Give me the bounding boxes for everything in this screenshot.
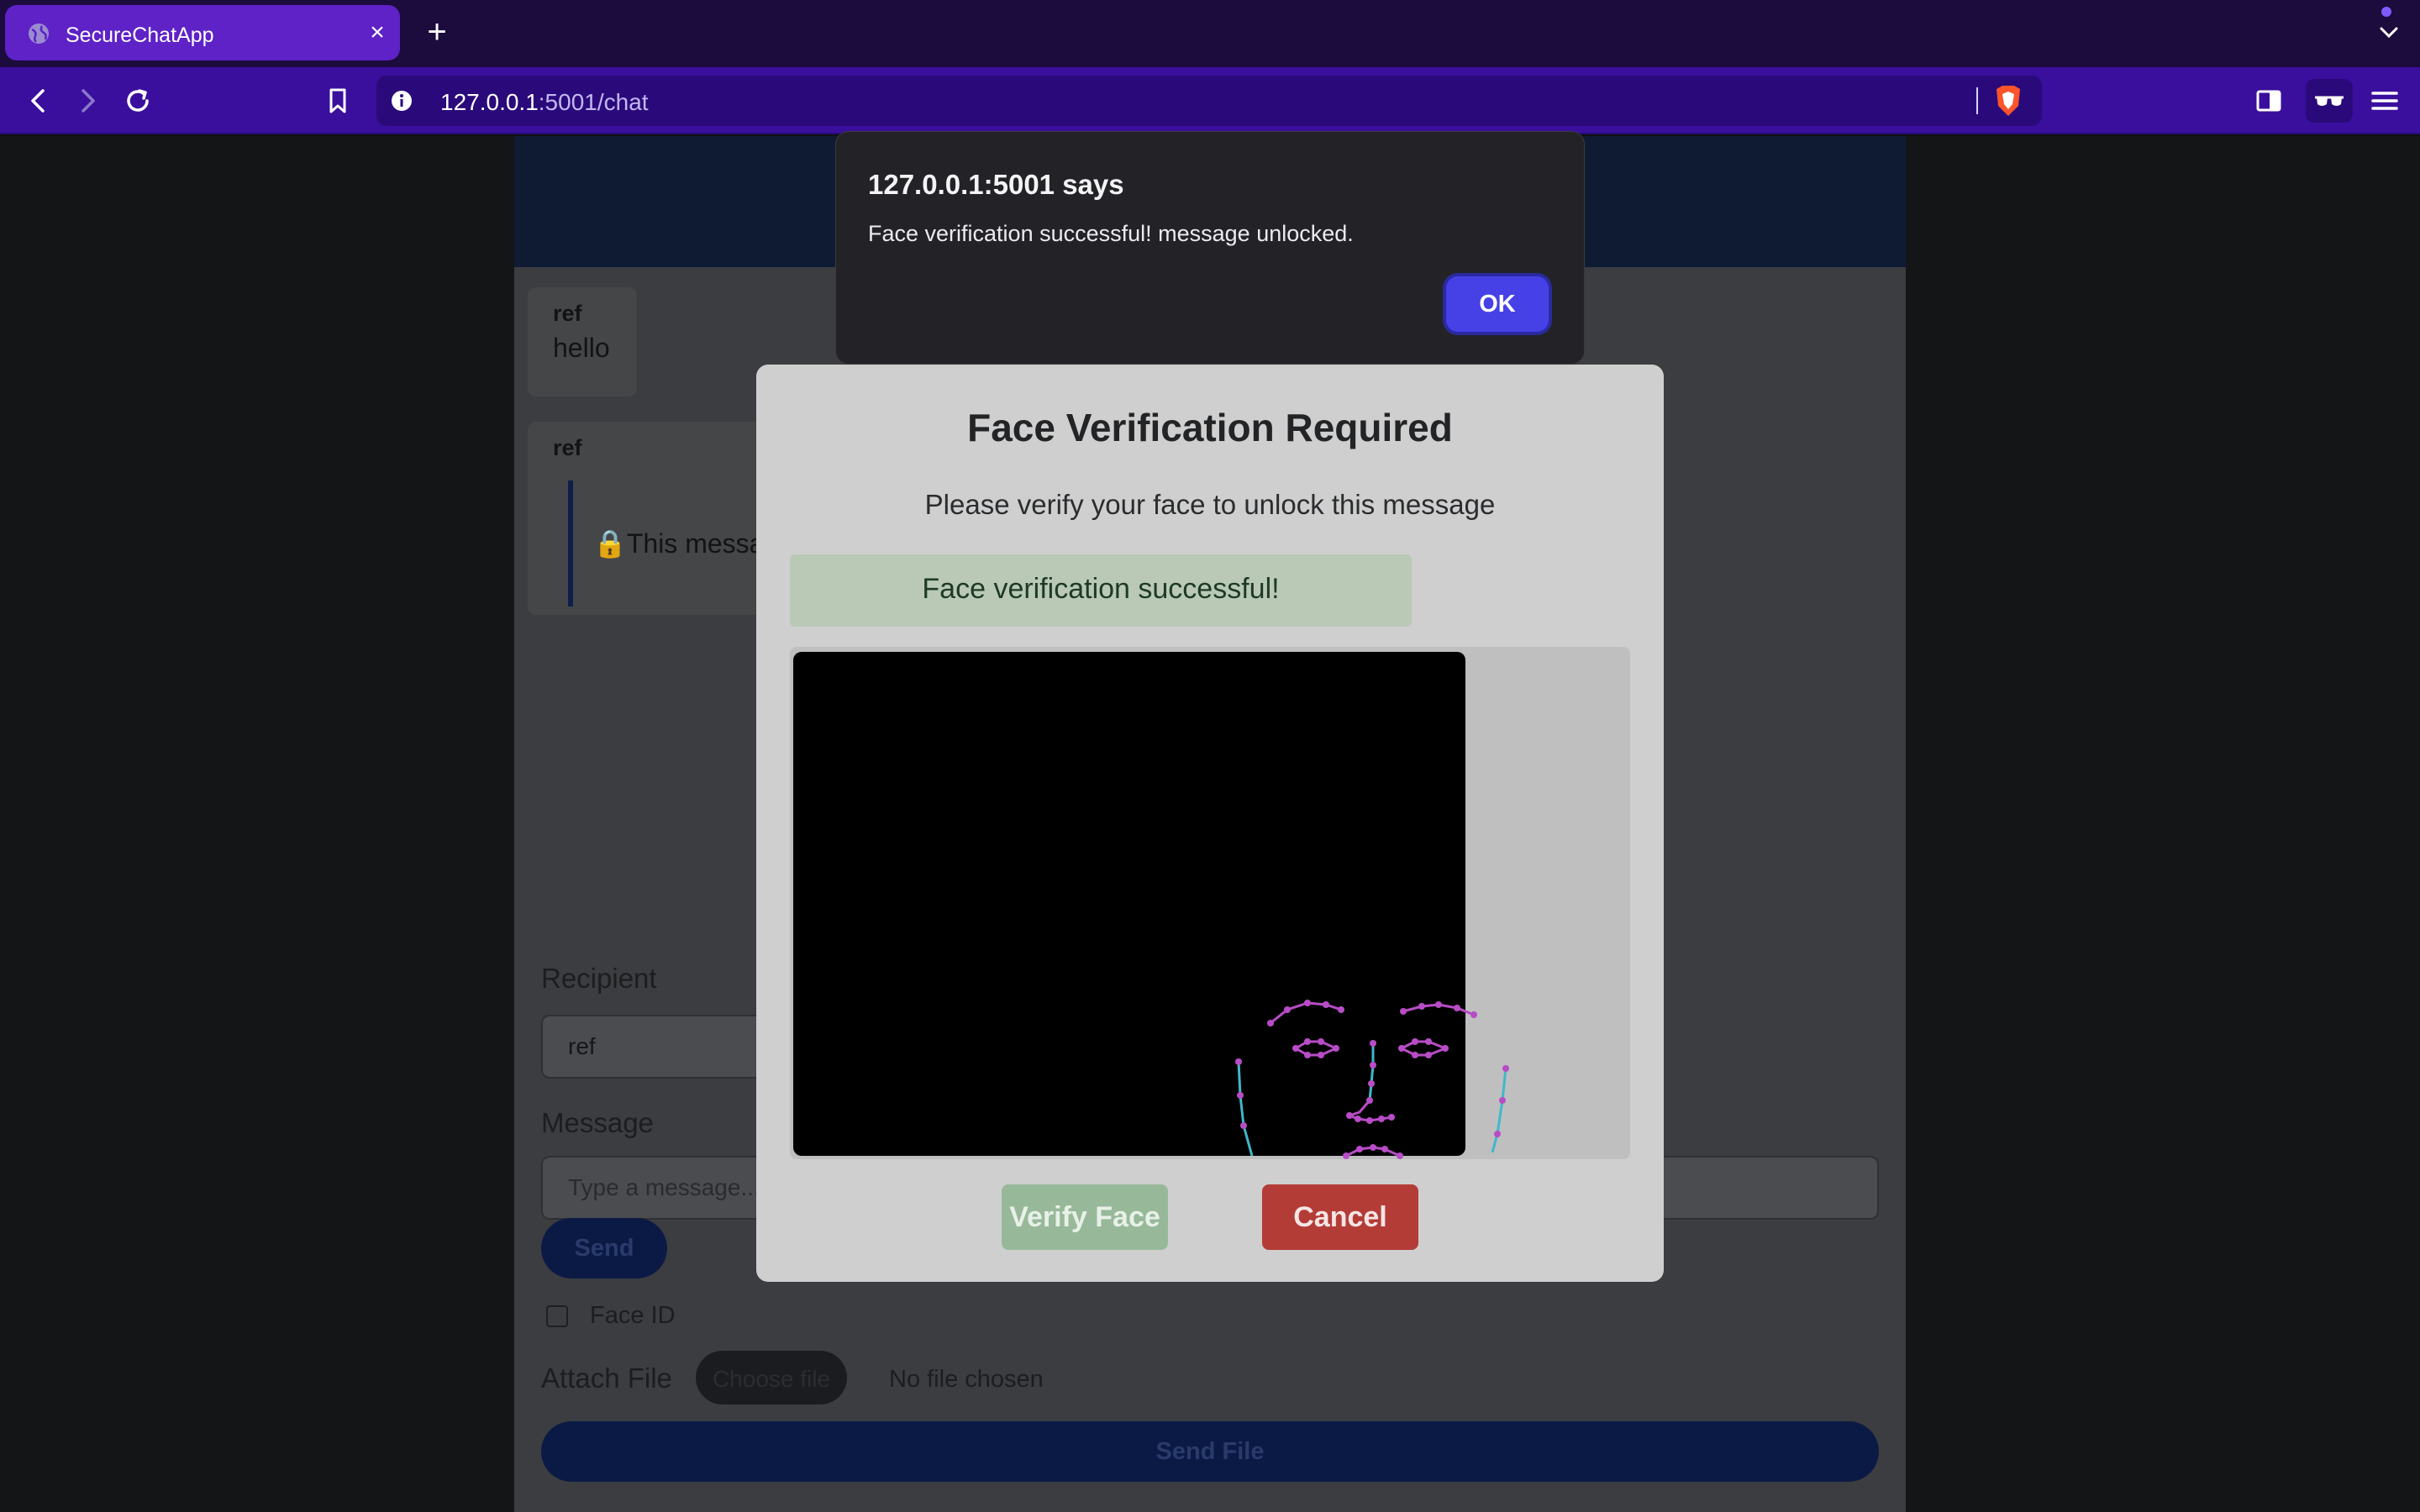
verification-status-text: Face verification successful! (922, 573, 1280, 605)
message-text: hello (553, 333, 610, 363)
modal-subtitle: Please verify your face to unlock this m… (924, 489, 1496, 520)
globe-icon (29, 24, 49, 44)
brave-shields-icon[interactable] (1993, 84, 2023, 118)
choose-file-label: Choose file (712, 1366, 831, 1392)
locked-message-text: 🔒This messa (593, 528, 765, 559)
reader-mode-button[interactable] (2306, 79, 2353, 123)
ok-button-label: OK (1479, 291, 1516, 318)
new-tab-icon[interactable]: + (422, 15, 452, 49)
browser-tab[interactable]: SecureChatApp × (5, 5, 400, 60)
message-bubble: ref hello (528, 287, 637, 396)
tab-title: SecureChatApp (66, 24, 214, 47)
send-button-label: Send (574, 1235, 634, 1262)
notification-dot (2381, 7, 2391, 17)
send-button[interactable]: Send (541, 1218, 667, 1278)
chevron-down-icon[interactable] (2375, 18, 2403, 47)
bookmark-icon[interactable] (321, 84, 355, 118)
message-placeholder: Type a message... (568, 1174, 760, 1200)
glasses-icon (2315, 96, 2344, 106)
choose-file-button[interactable]: Choose file (696, 1351, 847, 1404)
cancel-button[interactable]: Cancel (1262, 1184, 1418, 1250)
face-id-label: Face ID (590, 1302, 676, 1329)
browser-tab-bar: SecureChatApp × + (0, 0, 2420, 67)
no-file-label: No file chosen (889, 1366, 1044, 1393)
recipient-label: Recipient (541, 963, 657, 994)
address-bar[interactable]: 127.0.0.1:5001/chat (376, 76, 2042, 126)
verify-face-label: Verify Face (1009, 1201, 1160, 1233)
webcam-video (793, 652, 1465, 1156)
verify-face-button[interactable]: Verify Face (1002, 1184, 1168, 1250)
close-tab-icon[interactable]: × (365, 20, 390, 45)
face-id-checkbox[interactable] (546, 1305, 568, 1327)
forward-icon[interactable] (71, 84, 104, 118)
recipient-value: ref (568, 1033, 596, 1059)
reload-icon[interactable] (121, 84, 155, 118)
message-label: Message (541, 1107, 654, 1138)
locked-message-bar (568, 480, 573, 606)
url-separator (1976, 87, 1978, 114)
attach-file-label: Attach File (541, 1362, 672, 1394)
back-icon[interactable] (22, 84, 55, 118)
url-text: 127.0.0.1:5001/chat (440, 89, 649, 116)
send-file-button[interactable]: Send File (541, 1421, 1879, 1482)
message-sender: ref (553, 435, 582, 460)
modal-title: Face Verification Required (967, 406, 1453, 449)
alert-dialog: 127.0.0.1:5001 says Face verification su… (835, 131, 1585, 365)
send-file-label: Send File (1155, 1438, 1265, 1465)
face-verification-modal: Face Verification Required Please verify… (756, 365, 1664, 1282)
menu-icon[interactable] (2368, 84, 2402, 118)
url-host: 127.0.0.1 (440, 89, 539, 115)
url-path: :5001/chat (538, 89, 649, 115)
alert-title: 127.0.0.1:5001 says (868, 169, 1124, 200)
cancel-label: Cancel (1293, 1201, 1387, 1233)
message-sender: ref (553, 301, 582, 326)
sidebar-icon[interactable] (2252, 84, 2286, 118)
ok-button[interactable]: OK (1446, 276, 1549, 332)
verification-status-box: Face verification successful! (790, 554, 1412, 627)
alert-message: Face verification successful! message un… (868, 221, 1354, 246)
info-icon[interactable] (390, 89, 413, 113)
